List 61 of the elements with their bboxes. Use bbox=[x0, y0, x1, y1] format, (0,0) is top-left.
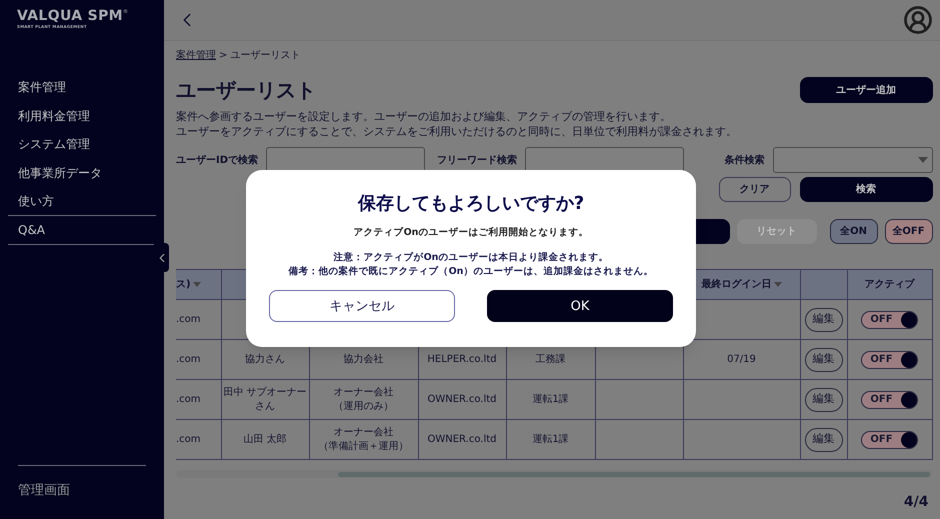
search-label: 条件検索 bbox=[724, 154, 764, 168]
sidebar-item[interactable]: 使い方 bbox=[18, 192, 54, 210]
dialog-message: アクティブOnのユーザーはご利用開始となります。 bbox=[354, 226, 588, 240]
column-header: アクティブ bbox=[864, 278, 914, 292]
table-cell: オーナー会社 （準備計画＋運用） bbox=[318, 426, 408, 452]
add-user-button[interactable]: ユーザー追加 bbox=[800, 77, 932, 103]
page-title: ユーザーリスト bbox=[176, 77, 316, 104]
table-cell: 協力さん bbox=[245, 354, 285, 364]
dialog-title: 保存してもよろしいですか? bbox=[358, 192, 584, 216]
table-cell: HELPER.co.ltd bbox=[427, 354, 497, 364]
table-cell: 07/19 bbox=[727, 354, 756, 364]
edit-button[interactable]: 編集 bbox=[804, 428, 842, 452]
sort-caret-icon bbox=[774, 282, 782, 287]
table-cell: .com bbox=[176, 354, 201, 364]
logo: VALQUA SPM bbox=[17, 9, 123, 24]
sidebar-item[interactable]: 案件管理 bbox=[18, 78, 66, 96]
dropdown-caret-icon bbox=[918, 157, 928, 163]
scrollbar-thumb[interactable] bbox=[338, 472, 930, 476]
breadcrumb-separator: > bbox=[219, 49, 228, 63]
table-cell: 協力会社 bbox=[344, 354, 384, 364]
cancel-button[interactable]: キャンセル bbox=[269, 290, 455, 322]
sort-caret-icon bbox=[192, 282, 201, 287]
table-cell: 工務課 bbox=[536, 354, 566, 364]
dialog-note: 備考：他の案件で既にアクティブ（On）のユーザーは、追加課金はされません。 bbox=[288, 265, 654, 280]
active-toggle[interactable]: OFF bbox=[861, 350, 918, 368]
table-cell: .com bbox=[176, 314, 201, 324]
toggle-all-button[interactable]: 全OFF bbox=[884, 219, 932, 244]
active-toggle[interactable]: OFF bbox=[861, 310, 918, 328]
ok-button[interactable]: OK bbox=[487, 290, 673, 322]
search-button[interactable]: 検索 bbox=[800, 177, 932, 202]
breadcrumb-current: ユーザーリスト bbox=[230, 49, 300, 63]
table-cell: .com bbox=[176, 434, 201, 444]
sidebar-item[interactable]: 利用料金管理 bbox=[18, 106, 90, 125]
sidebar-item[interactable]: Q&A bbox=[18, 220, 46, 239]
table-cell: オーナー会社 （運用のみ） bbox=[334, 386, 394, 412]
description-text: 案件へ参画するユーザーを設定します。ユーザーの追加および編集、アクティブの管理を行います。 bbox=[176, 109, 672, 124]
search-label: ユーザーIDで検索 bbox=[176, 154, 258, 168]
table-cell: 田中 サブオーナーさん bbox=[223, 386, 307, 412]
description-text: ユーザーをアクティブにすることで、システムをご利用いただけるのと同時に、日単位で利用料が課金されます。 bbox=[176, 124, 738, 139]
table-cell: 運転1課 bbox=[532, 434, 569, 444]
avatar-icon[interactable] bbox=[902, 5, 932, 35]
table-cell: OWNER.co.ltd bbox=[428, 434, 496, 444]
sidebar-item[interactable]: システム管理 bbox=[18, 135, 90, 154]
page-indicator: 4/4 bbox=[904, 493, 928, 512]
sidebar-item[interactable]: 他事業所データ bbox=[18, 164, 102, 182]
edit-button[interactable]: 編集 bbox=[804, 348, 842, 372]
sidebar-item[interactable]: 管理画面 bbox=[18, 483, 70, 498]
edit-button[interactable]: 編集 bbox=[804, 308, 842, 332]
toggle-all-button[interactable]: 全ON bbox=[830, 219, 878, 244]
breadcrumb-link[interactable]: 案件管理 bbox=[176, 48, 216, 63]
table-cell: 山田 太郎 bbox=[243, 434, 287, 444]
clear-button[interactable]: クリア bbox=[718, 177, 790, 202]
column-header[interactable]: ス) bbox=[176, 277, 191, 292]
search-label: フリーワード検索 bbox=[437, 154, 518, 168]
table-cell: .com bbox=[176, 394, 201, 404]
edit-button[interactable]: 編集 bbox=[804, 388, 842, 412]
active-toggle[interactable]: OFF bbox=[861, 430, 918, 448]
active-toggle[interactable]: OFF bbox=[861, 390, 918, 408]
dialog-note: 注意：アクティブがOnのユーザーは本日より課金されます。 bbox=[334, 251, 608, 266]
table-cell: OWNER.co.ltd bbox=[428, 394, 496, 404]
table-cell: 運転1課 bbox=[532, 394, 569, 404]
